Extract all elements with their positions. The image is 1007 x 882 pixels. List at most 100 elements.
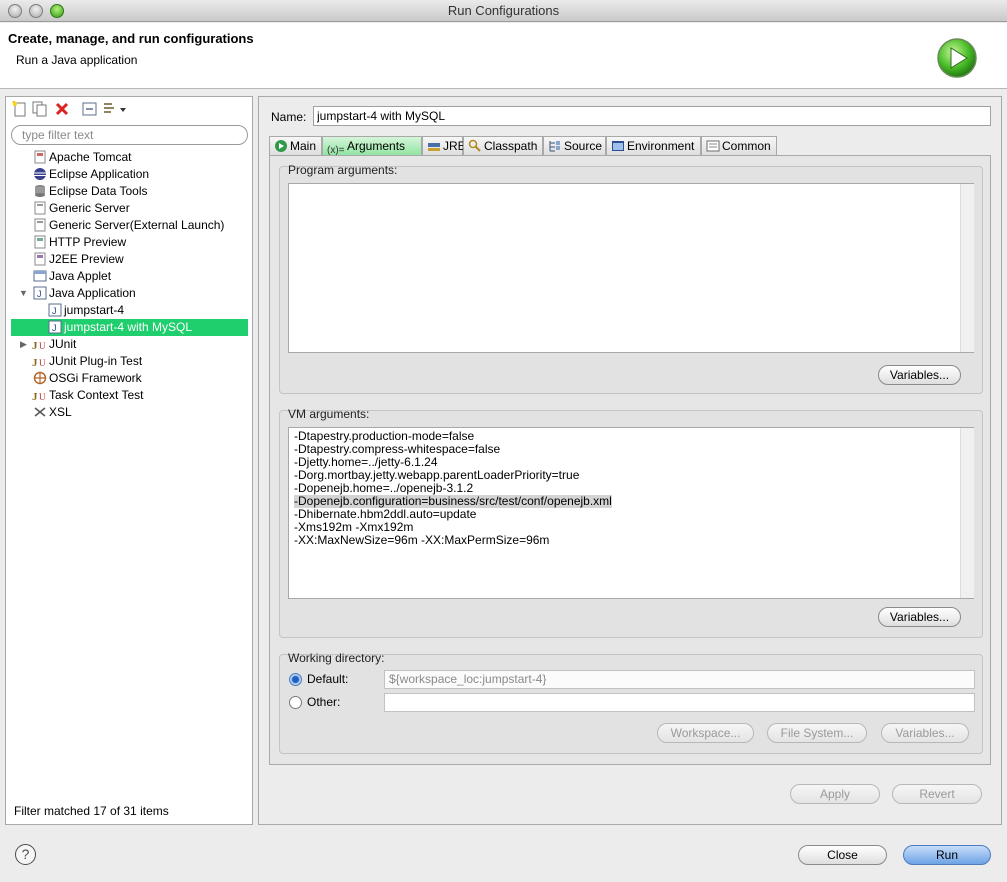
tree-item-osgi-framework[interactable]: OSGi Framework [6,370,252,387]
svg-text:U: U [39,358,46,368]
vm-variables-button[interactable]: Variables... [878,607,961,627]
tree-item-label: JUnit Plug-in Test [49,354,143,368]
tree-item-generic-server-external[interactable]: Generic Server(External Launch) [6,217,252,234]
svg-text:J: J [32,357,38,368]
tab-jre[interactable]: JRE [422,136,466,156]
tree-item-generic-server[interactable]: Generic Server [6,200,252,217]
tree-item-xsl[interactable]: XSL [6,404,252,421]
tree-item-http-preview[interactable]: HTTP Preview [6,234,252,251]
filter-input[interactable] [11,125,248,145]
task-context-icon: JU [32,391,46,402]
tree-item-jumpstart-4[interactable]: J jumpstart-4 [6,302,252,319]
vm-arguments-textarea[interactable]: -Dtapestry.production-mode=false -Dtapes… [288,427,974,599]
applet-icon [33,270,47,282]
tab-source[interactable]: Source [543,136,606,156]
name-label: Name: [271,110,307,124]
vm-arg-line: -XX:MaxNewSize=96m -XX:MaxPermSize=96m [294,533,550,547]
tree-item-label: JUnit [49,337,77,351]
program-arguments-scrollbar[interactable] [960,184,974,352]
junit-icon: JU [32,340,46,351]
tab-label: Main [290,139,317,153]
header-title: Create, manage, and run configurations [8,31,254,46]
program-variables-button[interactable]: Variables... [878,365,961,385]
delete-icon[interactable] [54,101,70,117]
java-config-icon: J [48,303,62,317]
tree-item-jumpstart-4-mysql[interactable]: J jumpstart-4 with MySQL [11,319,248,336]
tree-item-label: HTTP Preview [49,235,127,249]
working-directory-group: Working directory: Default: ${workspace_… [279,651,983,754]
tree-item-eclipse-application[interactable]: Eclipse Application [6,166,252,183]
tree-item-apache-tomcat[interactable]: Apache Tomcat [6,149,252,166]
svg-text:J: J [32,391,38,402]
tab-common[interactable]: Common [701,136,777,156]
program-arguments-textarea[interactable] [288,183,974,353]
default-directory-field: ${workspace_loc:jumpstart-4} [384,670,975,689]
eclipse-app-icon [34,168,46,180]
tab-environment[interactable]: Environment [606,136,701,156]
title-bar: Run Configurations [0,0,1007,22]
tree-item-label: XSL [49,405,72,419]
svg-text:J: J [37,289,42,299]
osgi-icon [33,371,47,385]
vm-arguments-group: VM arguments: -Dtapestry.production-mode… [279,407,983,638]
tab-main[interactable]: Main [269,136,322,156]
arguments-tab-content: Program arguments: Variables... VM argum… [269,155,991,765]
tree-item-label: Task Context Test [49,388,144,402]
help-icon[interactable]: ? [15,844,36,865]
xsl-icon [34,407,46,417]
tab-arguments[interactable]: (x)= Arguments [322,136,422,156]
header-subtitle: Run a Java application [16,53,138,67]
file-system-button[interactable]: File System... [767,723,867,743]
default-radio[interactable] [289,673,302,686]
other-directory-field[interactable] [384,693,975,712]
java-app-icon: J [33,286,47,300]
expanded-triangle-icon[interactable]: ▼ [19,285,28,302]
tree-item-junit-plugin-test[interactable]: JU JUnit Plug-in Test [6,353,252,370]
tree-item-j2ee-preview[interactable]: J2EE Preview [6,251,252,268]
tree-item-eclipse-data-tools[interactable]: Eclipse Data Tools [6,183,252,200]
tree-item-label: Java Applet [49,269,112,283]
tree-item-label: Java Application [49,286,136,300]
classpath-tab-icon [468,139,481,152]
main-tab-icon [275,140,287,152]
tree-item-java-application[interactable]: ▼ J Java Application [6,285,252,302]
close-button[interactable]: Close [798,845,887,865]
collapsed-triangle-icon[interactable]: ▶ [20,336,27,353]
svg-text:U: U [39,392,46,402]
server-icon [34,201,46,215]
environment-tab-icon [612,141,624,151]
revert-button[interactable]: Revert [892,784,982,804]
config-tabs: Main (x)= Arguments JRE Classpath Source … [269,136,999,156]
working-dir-variables-button[interactable]: Variables... [881,723,969,743]
svg-text:U: U [39,341,46,351]
vm-arguments-scrollbar[interactable] [960,428,974,598]
workspace-button[interactable]: Workspace... [657,723,754,743]
run-button[interactable]: Run [903,845,991,865]
data-tools-icon [35,185,45,197]
other-radio[interactable] [289,696,302,709]
window-title: Run Configurations [447,3,560,18]
tab-label: Arguments [347,139,406,153]
source-tab-icon [549,141,560,152]
duplicate-icon[interactable] [32,101,48,117]
working-directory-label: Working directory: [288,651,385,665]
new-configuration-icon[interactable] [12,101,28,117]
configuration-editor-panel: Name: Main (x)=Arguments JRE Classpath S… [258,96,1002,825]
tab-classpath[interactable]: Classpath [463,136,543,156]
program-arguments-group: Program arguments: Variables... [279,163,983,394]
vm-arguments-label: VM arguments: [288,407,370,421]
filter-menu-icon[interactable] [102,101,126,117]
tree-item-java-applet[interactable]: Java Applet [6,268,252,285]
tree-item-label: Eclipse Data Tools [49,184,148,198]
junit-plugin-icon: JU [32,357,46,368]
svg-text:J: J [52,306,57,316]
name-field[interactable] [313,106,991,126]
http-preview-icon [34,235,46,249]
program-arguments-label: Program arguments: [288,163,398,177]
apply-button[interactable]: Apply [790,784,880,804]
collapse-all-icon[interactable] [82,101,98,117]
tree-item-task-context-test[interactable]: JU Task Context Test [6,387,252,404]
tab-label: Source [564,139,603,153]
other-label: Other: [307,695,341,709]
tree-item-junit[interactable]: ▶ JU JUnit [6,336,252,353]
